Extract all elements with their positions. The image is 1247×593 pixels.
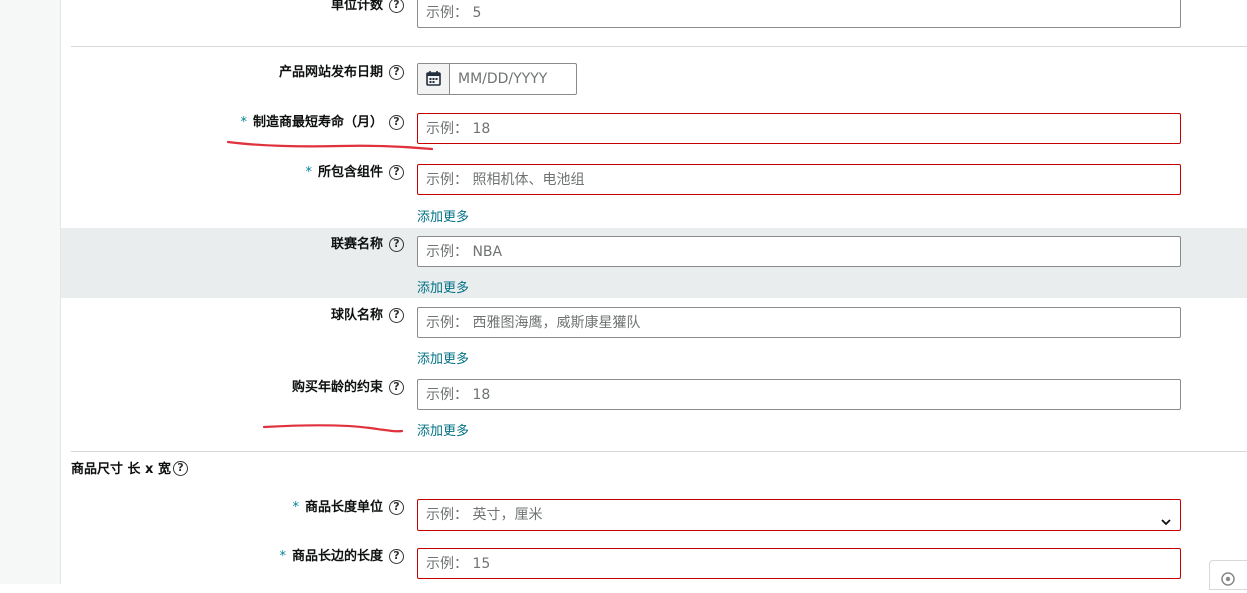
included-components-label: * 所包含组件 (305, 165, 383, 180)
purchase-age-limit-label: 购买年龄的约束 (291, 380, 383, 395)
required-mark: * (292, 500, 299, 515)
help-icon[interactable]: ? (389, 308, 404, 323)
annotation-underline (262, 424, 404, 433)
required-mark: * (305, 165, 312, 180)
team-name-label: 球队名称 (330, 308, 383, 323)
unit-count-input[interactable] (417, 0, 1181, 28)
launch-date-field (417, 63, 577, 95)
length-longest-label: * 商品长边的长度 (279, 549, 383, 564)
help-icon[interactable]: ? (389, 65, 404, 80)
manufacturer-lifespan-label: * 制造商最短寿命（月） (240, 115, 383, 130)
length-longest-input[interactable] (417, 548, 1181, 579)
chevron-down-icon (1160, 509, 1172, 539)
section-divider (71, 46, 1247, 47)
length-unit-select[interactable]: 示例： 英寸，厘米 (417, 499, 1181, 531)
unit-count-label: 单位计数 (330, 0, 383, 13)
included-components-input[interactable] (417, 164, 1181, 195)
length-unit-placeholder: 示例： 英寸，厘米 (426, 507, 543, 523)
help-icon[interactable]: ? (389, 549, 404, 564)
help-icon[interactable]: ? (389, 0, 404, 13)
add-more-age-link[interactable]: 添加更多 (417, 420, 469, 439)
required-mark: * (279, 549, 286, 564)
section-divider (71, 451, 1247, 452)
help-icon[interactable]: ? (173, 461, 188, 476)
left-gutter (0, 0, 61, 584)
floating-widget[interactable] (1209, 560, 1247, 590)
add-more-components-link[interactable]: 添加更多 (417, 206, 469, 225)
launch-date-input[interactable] (450, 64, 574, 94)
league-name-label: 联赛名称 (330, 237, 383, 252)
manufacturer-lifespan-input[interactable] (417, 113, 1181, 144)
required-mark: * (240, 115, 247, 130)
add-more-league-link[interactable]: 添加更多 (417, 277, 469, 296)
length-unit-label: * 商品长度单位 (292, 500, 383, 515)
help-icon[interactable]: ? (389, 237, 404, 252)
league-name-input[interactable] (417, 236, 1181, 267)
team-name-input[interactable] (417, 307, 1181, 338)
add-more-team-link[interactable]: 添加更多 (417, 348, 469, 367)
help-icon[interactable]: ? (389, 165, 404, 180)
help-icon[interactable]: ? (389, 380, 404, 395)
launch-date-label: 产品网站发布日期 (278, 65, 383, 80)
calendar-icon[interactable] (418, 64, 450, 94)
purchase-age-limit-input[interactable] (417, 379, 1181, 410)
annotation-underline (226, 140, 434, 151)
dimensions-section-title: 商品尺寸 长 x 宽 (71, 462, 171, 477)
help-icon[interactable]: ? (389, 500, 404, 515)
help-icon[interactable]: ? (389, 115, 404, 130)
